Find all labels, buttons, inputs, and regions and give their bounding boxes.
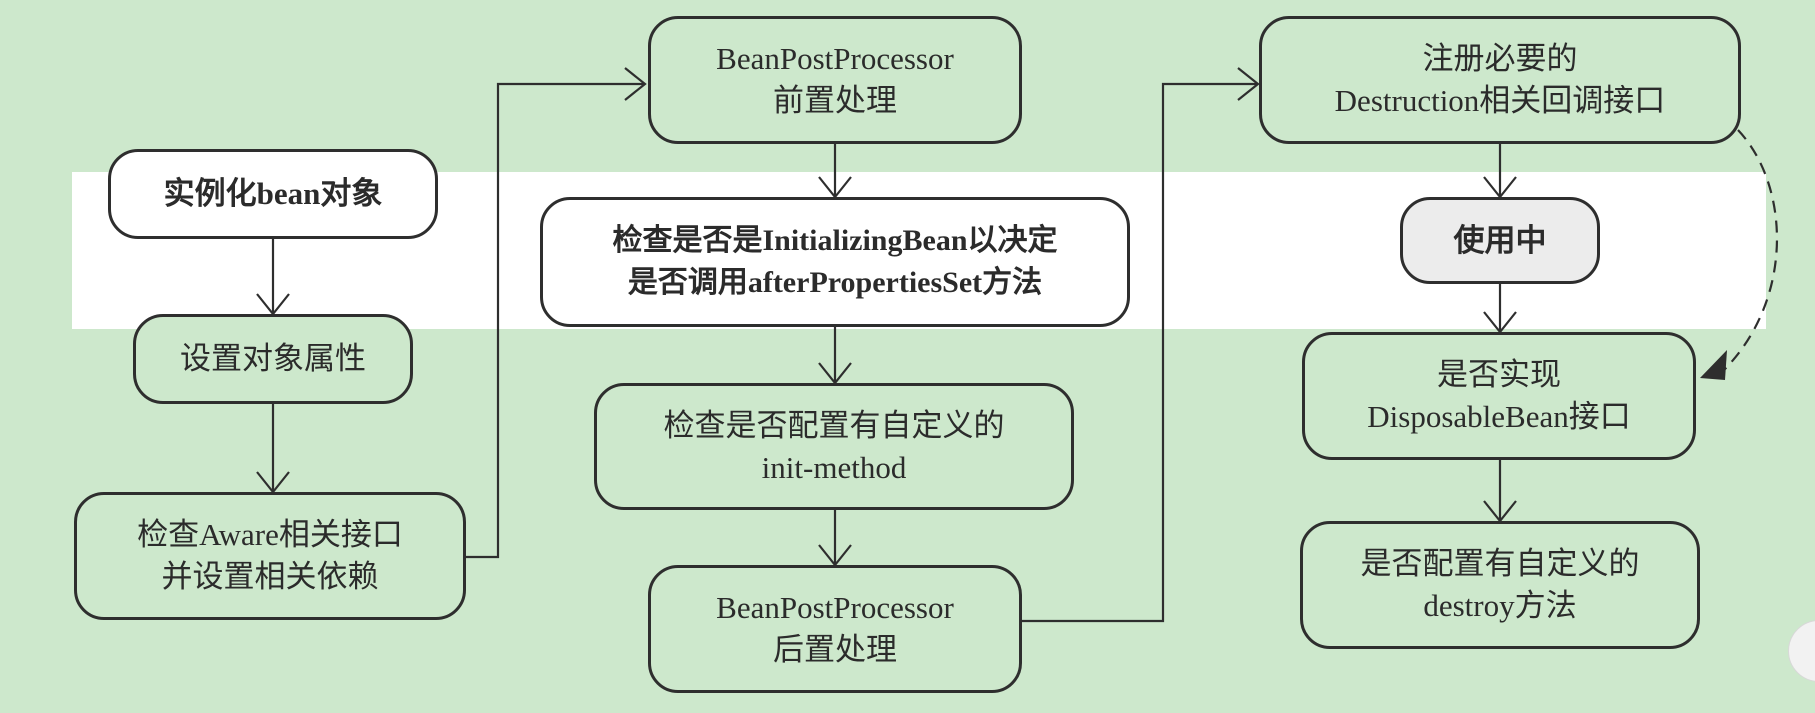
node-instantiate-line-1: 实例化bean对象 [163, 176, 383, 211]
arrow-initializing-to-init-method [818, 327, 852, 385]
node-bpp-after-line-1: BeanPostProcessor [716, 590, 954, 625]
node-initializing: 检查是否是InitializingBean以决定 是否调用afterProper… [540, 197, 1130, 327]
arrow-destruction-to-in-use [1483, 144, 1517, 199]
node-bpp-after: BeanPostProcessor 后置处理 [648, 565, 1022, 693]
node-initializing-line-2: 是否调用afterPropertiesSet方法 [627, 266, 1043, 299]
node-set-props-line-1: 设置对象属性 [180, 341, 366, 376]
dashed-arrow-destruction-to-disposable [1721, 129, 1778, 373]
node-disposable-line-2: DisposableBean接口 [1367, 399, 1631, 434]
node-bpp-before: BeanPostProcessor 前置处理 [648, 16, 1022, 144]
node-destruction-line-2: Destruction相关回调接口 [1334, 83, 1666, 118]
node-initializing-line-1: 检查是否是InitializingBean以决定 [612, 224, 1058, 257]
node-destruction: 注册必要的 Destruction相关回调接口 [1259, 16, 1741, 144]
node-aware: 检查Aware相关接口 并设置相关依赖 [74, 492, 466, 620]
dashed-arrowhead [1700, 350, 1727, 380]
node-in-use: 使用中 [1400, 197, 1600, 284]
node-instantiate: 实例化bean对象 [108, 149, 438, 239]
arrow-disposable-to-destroy-method [1483, 460, 1517, 523]
node-init-method-line-2: init-method [761, 449, 907, 485]
node-aware-line-2: 并设置相关依赖 [161, 559, 379, 594]
node-disposable-line-1: 是否实现 [1437, 357, 1561, 392]
node-in-use-line-1: 使用中 [1453, 222, 1547, 258]
node-init-method-line-1: 检查是否配置有自定义的 [663, 407, 1005, 443]
node-destroy-method-line-2: destroy方法 [1423, 588, 1577, 623]
node-set-props: 设置对象属性 [133, 314, 413, 404]
node-aware-line-1: 检查Aware相关接口 [137, 517, 403, 552]
arrow-bpp-after-to-destruction [1020, 67, 1260, 623]
node-bpp-before-line-1: BeanPostProcessor [716, 41, 954, 76]
node-destruction-line-1: 注册必要的 [1422, 41, 1578, 76]
node-destroy-method-line-1: 是否配置有自定义的 [1360, 546, 1640, 581]
node-disposable: 是否实现 DisposableBean接口 [1302, 332, 1696, 460]
lifecycle-diagram: 实例化bean对象 设置对象属性 检查Aware相关接口 并设置相关依赖 Bea… [0, 0, 1815, 713]
arrow-init-method-to-bpp-after [818, 510, 852, 567]
arrow-set-props-to-aware [256, 404, 290, 494]
node-init-method: 检查是否配置有自定义的 init-method [594, 383, 1074, 510]
arrow-bpp-before-to-initializing [818, 144, 852, 199]
node-bpp-before-line-2: 前置处理 [773, 83, 897, 118]
arrow-in-use-to-disposable [1483, 284, 1517, 334]
node-destroy-method: 是否配置有自定义的 destroy方法 [1300, 521, 1700, 649]
arrow-instantiate-to-set-props [256, 239, 290, 316]
node-bpp-after-line-2: 后置处理 [773, 632, 897, 667]
